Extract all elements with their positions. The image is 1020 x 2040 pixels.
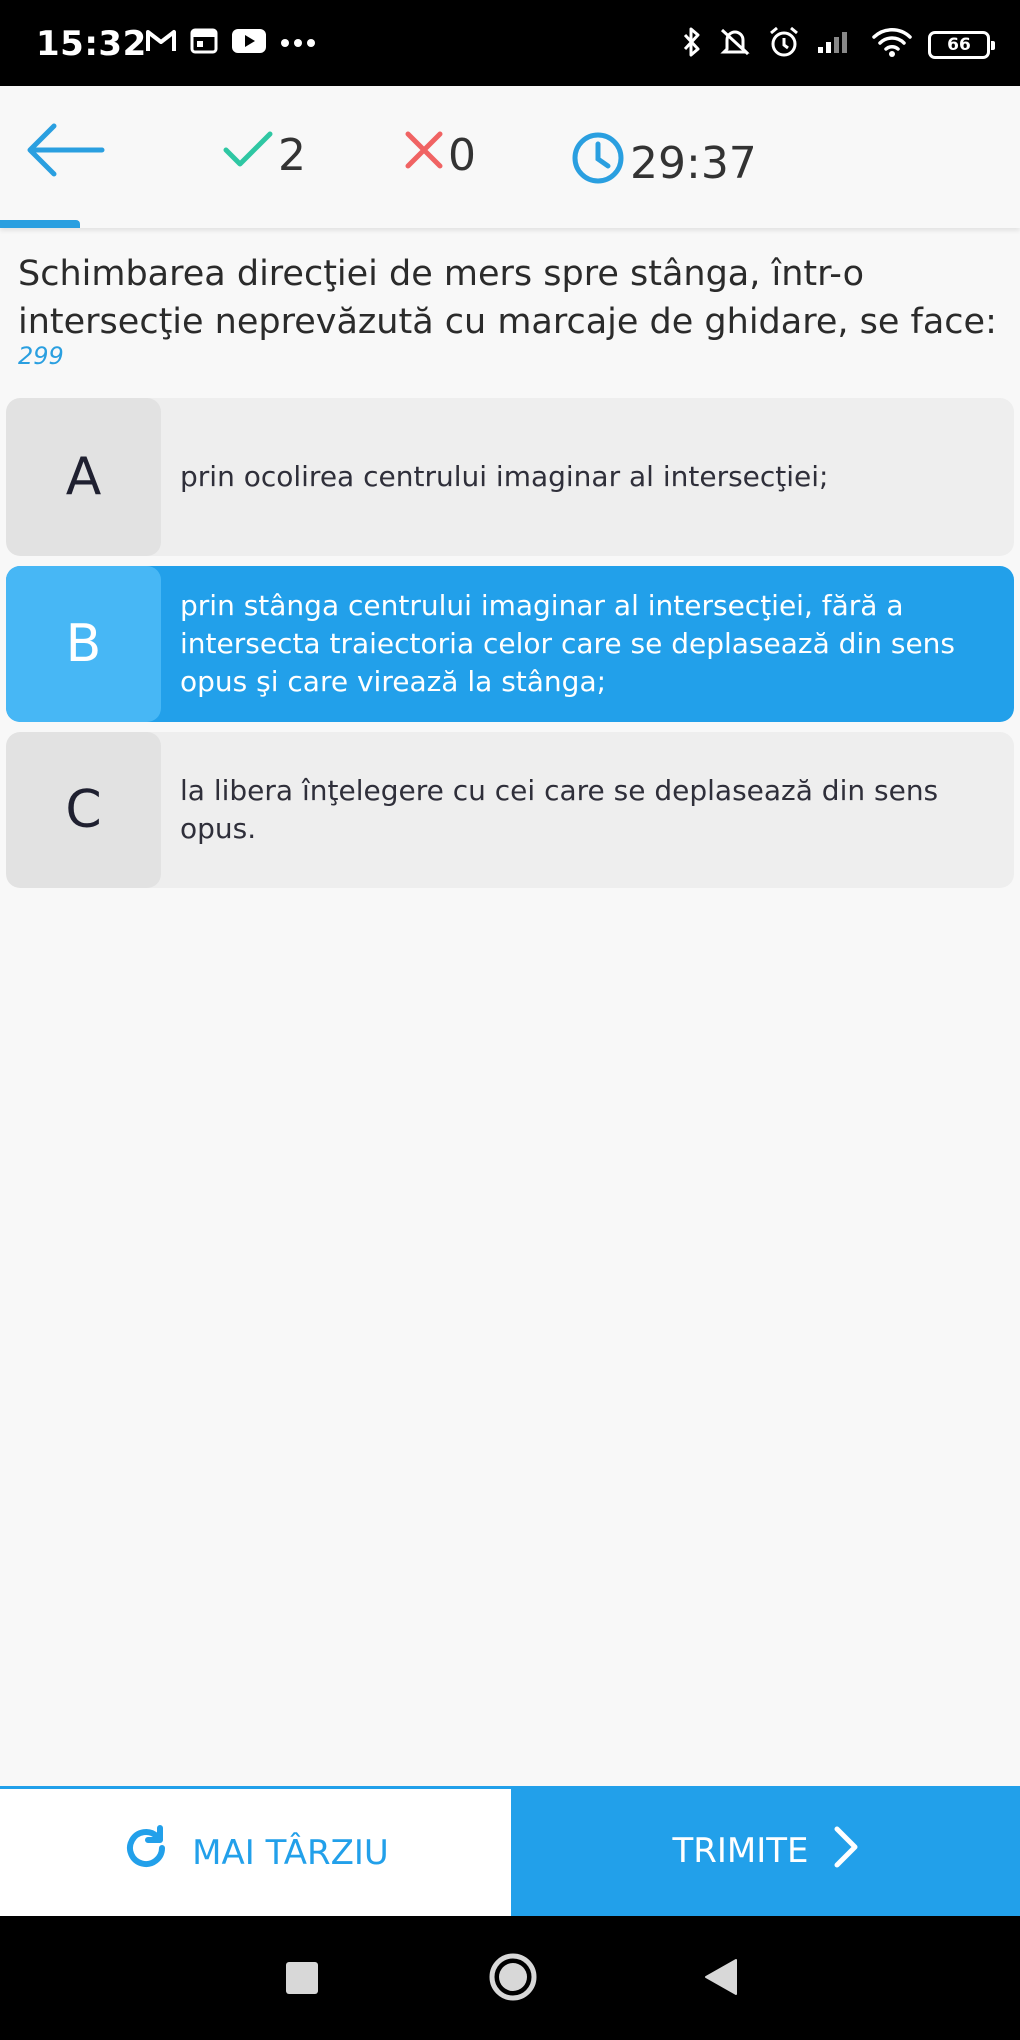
back-nav-button[interactable] [704,1958,738,2001]
system-icons: 66 [682,26,995,63]
correct-counter: 2 [222,130,306,181]
question-id: 299 [18,342,64,370]
timer: 29:37 [570,130,757,197]
cross-icon [404,130,444,181]
correct-count: 2 [278,130,306,181]
back-button[interactable] [24,120,106,180]
signal-icon [816,29,856,60]
system-navigation-bar [0,1916,1020,2040]
answer-text: prin ocolirea centrului imaginar al inte… [180,460,829,493]
bottom-action-bar: MAI TÂRZIU TRIMITE [0,1786,1020,1916]
notification-icons [146,28,316,59]
checkmark-icon [222,130,274,181]
submit-label: TRIMITE [672,1831,809,1871]
status-time: 15:32 [36,24,147,64]
more-notifications-icon [280,35,316,53]
status-bar: 15:32 66 [0,0,1020,86]
timer-value: 29:37 [630,138,757,189]
refresh-icon [122,1824,170,1881]
answer-option-c[interactable]: C la libera înţelegere cu cei care se de… [6,732,1014,888]
home-button[interactable] [488,1952,538,2007]
recents-button[interactable] [286,1962,318,1999]
gmail-icon [146,29,176,58]
back-arrow-icon [24,123,106,184]
home-circle-icon [488,1953,538,2006]
quiz-header: 2 0 29:37 [0,86,1020,228]
bluetooth-icon [682,26,702,63]
answer-later-button[interactable]: MAI TÂRZIU [0,1786,511,1916]
wrong-counter: 0 [404,130,476,181]
question-progress-indicator [0,220,80,228]
answer-text: la libera înţelegere cu cei care se depl… [180,774,939,845]
answer-option-b[interactable]: B prin stânga centrului imaginar al inte… [6,566,1014,722]
question-text: Schimbarea direcţiei de mers spre stânga… [18,254,997,342]
answer-letter: C [6,732,161,888]
triangle-back-icon [704,1959,738,2000]
answer-later-label: MAI TÂRZIU [192,1832,389,1873]
calendar-icon [190,28,218,59]
answer-option-a[interactable]: A prin ocolirea centrului imaginar al in… [6,398,1014,556]
wifi-icon [872,27,912,62]
youtube-icon [232,29,266,58]
battery-indicator: 66 [928,30,995,59]
answer-letter: A [6,398,161,556]
clock-icon [570,130,626,197]
mute-icon [718,26,752,63]
square-icon [286,1962,318,1998]
alarm-icon [768,26,800,63]
answer-text: prin stânga centrului imaginar al inters… [180,589,956,698]
chevron-right-icon [833,1825,859,1878]
submit-button[interactable]: TRIMITE [511,1786,1020,1916]
wrong-count: 0 [448,130,476,181]
answer-letter: B [6,566,161,722]
